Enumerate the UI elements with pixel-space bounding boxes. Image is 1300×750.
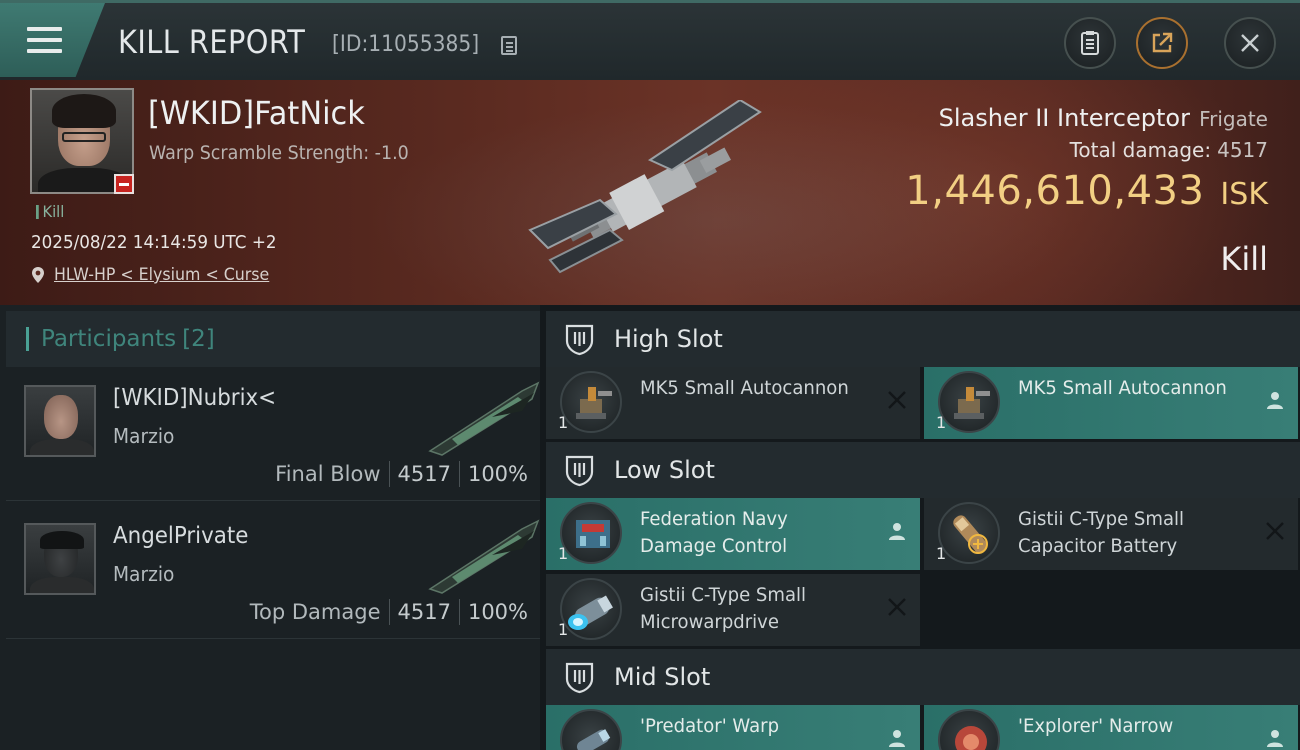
isk-unit: ISK	[1220, 177, 1268, 212]
low-slot-header: Low Slot	[546, 442, 1300, 498]
module-quantity: 1	[936, 413, 947, 432]
mid-slot-title: Mid Slot	[614, 663, 711, 691]
copy-id-icon[interactable]	[501, 36, 517, 55]
module-quantity: 1	[558, 544, 569, 563]
page-title: KILL REPORT	[118, 23, 306, 61]
module-item[interactable]: 1 Federation Navy Damage Control	[546, 498, 920, 570]
mid-slot-icon	[565, 662, 594, 693]
module-quantity: 1	[558, 620, 569, 639]
capacitor-battery-icon	[938, 502, 1000, 564]
module-item[interactable]: 1 'Predator' Warp	[546, 705, 920, 750]
module-name: Gistii C-Type Small Capacitor Battery	[1018, 508, 1185, 557]
high-slot-icon	[565, 324, 594, 355]
participant-damage: 4517	[397, 600, 451, 624]
module-item[interactable]: 1 Gistii C-Type Small Microwarpdrive	[546, 574, 920, 646]
module-name: MK5 Small Autocannon	[640, 377, 849, 399]
close-icon	[1241, 34, 1259, 52]
participant-role: Top Damage	[249, 600, 381, 624]
person-icon	[889, 730, 905, 747]
mid-slot-header: Mid Slot	[546, 649, 1300, 705]
high-slot-header: High Slot	[546, 311, 1300, 367]
participant-corp: Marzio	[113, 424, 175, 448]
participant-percent: 100%	[467, 462, 528, 486]
low-slot-title: Low Slot	[614, 456, 715, 484]
microwarpdrive-icon	[560, 578, 622, 640]
person-icon	[1267, 392, 1283, 409]
header-bar: KILL REPORT [ID:11055385]	[0, 0, 1300, 80]
participants-panel: Participants [2] [WKID]Nubrix< Marzio Fi…	[0, 305, 540, 750]
module-name: 'Predator' Warp	[640, 715, 780, 737]
location-pin-icon	[32, 267, 44, 283]
autocannon-icon	[938, 371, 1000, 433]
participant-stats: Final Blow 4517 100%	[275, 461, 528, 487]
module-item[interactable]: 1 MK5 Small Autocannon	[924, 367, 1298, 439]
destroyed-icon	[1266, 522, 1284, 540]
victim-ship-class: Frigate	[1199, 107, 1268, 131]
location-text: HLW-HP < Elysium < Curse	[54, 265, 270, 285]
damage-control-icon	[560, 502, 622, 564]
participant-card[interactable]: AngelPrivate Marzio Top Damage 4517 100%	[6, 505, 540, 639]
hostile-status-icon	[114, 174, 134, 194]
low-slot-icon	[565, 455, 594, 486]
module-item[interactable]: 1 MK5 Small Autocannon	[546, 367, 920, 439]
share-icon	[1152, 32, 1173, 53]
participant-card[interactable]: [WKID]Nubrix< Marzio Final Blow 4517 100…	[6, 367, 540, 501]
module-name: Gistii C-Type Small Microwarpdrive	[640, 584, 807, 633]
high-slot-title: High Slot	[614, 325, 723, 353]
warp-disruptor-icon	[560, 709, 622, 750]
participant-name: AngelPrivate	[113, 523, 249, 549]
participant-damage: 4517	[397, 462, 451, 486]
destroyed-icon	[888, 598, 906, 616]
participants-count: [2]	[182, 326, 215, 352]
participant-percent: 100%	[467, 600, 528, 624]
clipboard-icon	[1081, 31, 1099, 55]
location-link[interactable]: HLW-HP < Elysium < Curse	[31, 265, 285, 285]
participant-ship-icon	[428, 381, 540, 456]
autocannon-icon	[560, 371, 622, 433]
participant-avatar	[24, 523, 96, 595]
participant-ship-icon	[428, 519, 540, 594]
warp-scramble-strength: Warp Scramble Strength: -1.0	[149, 142, 409, 164]
participant-avatar	[24, 385, 96, 457]
participant-role: Final Blow	[275, 462, 381, 486]
victim-ship-line: Slasher II Interceptor Frigate	[939, 104, 1268, 132]
close-button[interactable]	[1224, 17, 1276, 69]
kill-tag: Kill	[36, 202, 64, 221]
participant-name: [WKID]Nubrix<	[113, 385, 277, 411]
total-damage-value: 4517	[1217, 138, 1268, 162]
module-name: MK5 Small Autocannon	[1018, 377, 1227, 399]
fitting-panel: High Slot 1 MK5 Small Autocannon 1 MK5 S…	[540, 305, 1300, 750]
scanner-icon	[938, 709, 1000, 750]
destroyed-icon	[888, 391, 906, 409]
clipboard-button[interactable]	[1064, 17, 1116, 69]
total-damage: Total damage: 4517	[1070, 138, 1268, 162]
module-quantity: 1	[558, 413, 569, 432]
module-name: 'Explorer' Narrow	[1018, 715, 1174, 737]
participants-label: Participants	[41, 326, 177, 352]
hamburger-icon	[27, 27, 62, 53]
module-name: Federation Navy Damage Control	[640, 508, 788, 557]
menu-button[interactable]	[0, 3, 105, 77]
module-item[interactable]: 1 'Explorer' Narrow	[924, 705, 1298, 750]
person-icon	[889, 523, 905, 540]
total-damage-label: Total damage:	[1069, 138, 1212, 162]
report-id: [ID:11055385]	[332, 32, 480, 57]
person-icon	[1267, 730, 1283, 747]
isk-loss: 1,446,610,433 ISK	[905, 168, 1268, 214]
report-result: Kill	[1220, 240, 1268, 278]
participant-stats: Top Damage 4517 100%	[250, 599, 528, 625]
victim-ship-image	[528, 100, 762, 274]
participant-corp: Marzio	[113, 562, 175, 586]
module-item[interactable]: 1 Gistii C-Type Small Capacitor Battery	[924, 498, 1298, 570]
share-button[interactable]	[1136, 17, 1188, 69]
victim-banner: [WKID]FatNick Warp Scramble Strength: -1…	[0, 80, 1300, 305]
victim-name[interactable]: [WKID]FatNick	[148, 94, 365, 132]
module-quantity: 1	[936, 544, 947, 563]
kill-timestamp: 2025/08/22 14:14:59 UTC +2	[31, 232, 277, 253]
participants-header: Participants [2]	[6, 311, 540, 367]
victim-ship-name[interactable]: Slasher II Interceptor	[939, 104, 1190, 132]
isk-value: 1,446,610,433	[905, 168, 1205, 214]
